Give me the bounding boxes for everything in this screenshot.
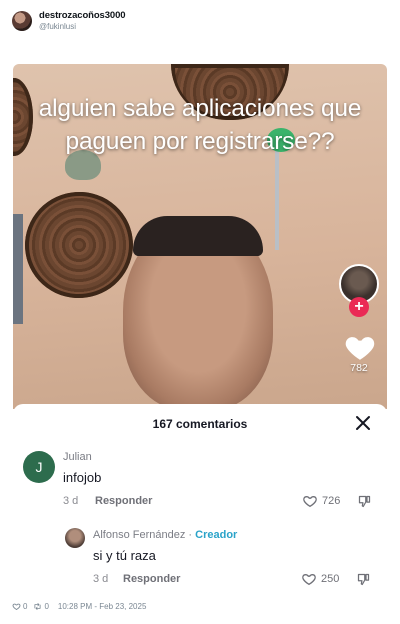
reply-age: 3 d (93, 573, 109, 585)
commenter-avatar[interactable]: J (23, 451, 55, 483)
author-display-name[interactable]: destrozacoños3000 (39, 10, 126, 21)
creator-badge: Creador (195, 529, 238, 541)
author-separator: · (188, 529, 193, 541)
comment-text: infojob (63, 470, 102, 485)
video-like-count: 782 (350, 362, 368, 374)
comment-like-count: 726 (322, 495, 341, 507)
comment-author[interactable]: Julian (63, 451, 92, 463)
wall-bracket (13, 214, 23, 324)
post-timestamp[interactable]: 10:28 PM - Feb 23, 2025 (58, 602, 147, 611)
wood-slice-decor (18, 185, 140, 305)
reply-text: si y tú raza (93, 548, 156, 563)
person-hair (133, 216, 263, 256)
comment-age: 3 d (63, 495, 79, 507)
reply-button[interactable]: Responder (123, 573, 180, 585)
retweet-icon[interactable] (33, 602, 42, 611)
reply-like-count: 250 (321, 573, 340, 585)
embedded-screenshot[interactable]: alguien sabe aplicaciones que paguen por… (13, 64, 387, 600)
post-header: destrozacoños3000 @fukinlusi (12, 10, 126, 32)
heart-outline-icon[interactable] (301, 571, 317, 587)
reply-button[interactable]: Responder (95, 495, 152, 507)
dislike-icon[interactable] (357, 494, 372, 509)
heart-icon[interactable] (343, 330, 377, 364)
dislike-icon[interactable] (356, 572, 371, 587)
post-footer: 0 0 10:28 PM - Feb 23, 2025 (12, 602, 149, 611)
author-avatar[interactable] (12, 11, 32, 31)
reply-author[interactable]: Alfonso Fernández (93, 529, 185, 541)
heart-outline-icon[interactable] (302, 493, 318, 509)
author-name-block: destrozacoños3000 @fukinlusi (39, 10, 126, 32)
reply-author-line: Alfonso Fernández · Creador (93, 529, 237, 541)
video-caption: alguien sabe aplicaciones que paguen por… (38, 95, 362, 155)
follow-plus-button[interactable]: + (349, 297, 369, 317)
video-frame[interactable]: alguien sabe aplicaciones que paguen por… (13, 64, 387, 410)
close-icon[interactable] (354, 414, 372, 432)
tweet-card: destrozacoños3000 @fukinlusi alguien sab… (0, 0, 400, 624)
post-retweet-count: 0 (44, 602, 49, 611)
author-handle[interactable]: @fukinlusi (39, 21, 125, 32)
post-like-count: 0 (23, 602, 28, 611)
like-heart-icon[interactable] (12, 602, 21, 611)
comments-count-title: 167 comentarios (152, 417, 248, 431)
comments-sheet: 167 comentarios J Julian infojob 3 d Res… (13, 404, 387, 600)
creator-avatar[interactable] (65, 528, 85, 548)
